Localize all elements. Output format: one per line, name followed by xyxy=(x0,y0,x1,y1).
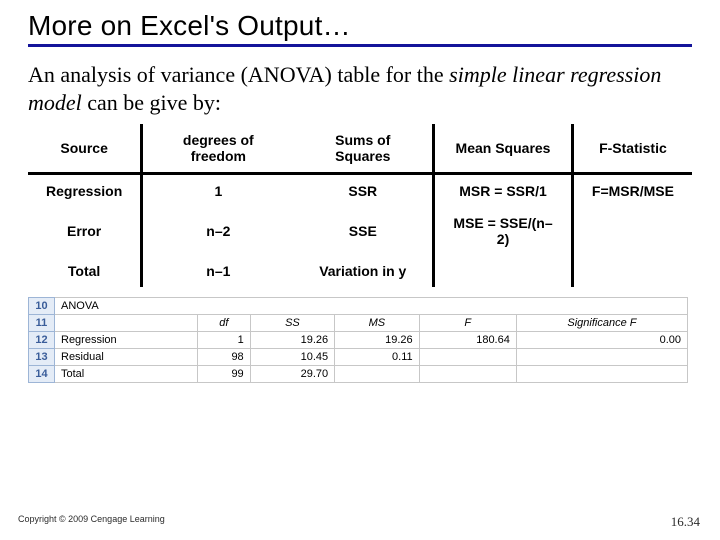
cell-source: Total xyxy=(28,255,142,287)
col-ss: Sums of Squares xyxy=(293,124,433,174)
cell-ss: 10.45 xyxy=(250,349,334,366)
col-sigf: Significance F xyxy=(516,315,687,332)
cell-ms: 19.26 xyxy=(335,332,419,349)
cell-f xyxy=(419,349,516,366)
table-row: 11 df SS MS F Significance F xyxy=(29,315,688,332)
cell-df: 99 xyxy=(198,366,251,383)
desc-suffix: can be give by: xyxy=(82,90,221,115)
cell-source: Regression xyxy=(28,174,142,208)
cell-sigf: 0.00 xyxy=(516,332,687,349)
blank-cell xyxy=(55,315,198,332)
row-number: 13 xyxy=(29,349,55,366)
cell-f xyxy=(419,366,516,383)
slide-title: More on Excel's Output… xyxy=(28,10,692,47)
cell-ms xyxy=(335,366,419,383)
row-number: 12 xyxy=(29,332,55,349)
page-number: 16.34 xyxy=(671,514,700,530)
table-row: Regression 1 SSR MSR = SSR/1 F=MSR/MSE xyxy=(28,174,692,208)
col-ms: MS xyxy=(335,315,419,332)
row-number: 14 xyxy=(29,366,55,383)
slide: More on Excel's Output… An analysis of v… xyxy=(0,0,720,540)
excel-anova-label: ANOVA xyxy=(55,298,688,315)
row-number: 10 xyxy=(29,298,55,315)
col-ss: SS xyxy=(250,315,334,332)
cell-label: Total xyxy=(55,366,198,383)
table-row: 12 Regression 1 19.26 19.26 180.64 0.00 xyxy=(29,332,688,349)
col-ms: Mean Squares xyxy=(434,124,573,174)
cell-f xyxy=(572,255,692,287)
table-row: 13 Residual 98 10.45 0.11 xyxy=(29,349,688,366)
col-df: degrees of freedom xyxy=(142,124,294,174)
cell-ss: 19.26 xyxy=(250,332,334,349)
cell-sigf xyxy=(516,349,687,366)
cell-ss: SSR xyxy=(293,174,433,208)
cell-ms: 0.11 xyxy=(335,349,419,366)
cell-label: Regression xyxy=(55,332,198,349)
table-row: 10 ANOVA xyxy=(29,298,688,315)
col-f: F xyxy=(419,315,516,332)
col-f: F-Statistic xyxy=(572,124,692,174)
cell-df: 1 xyxy=(198,332,251,349)
cell-f xyxy=(572,207,692,255)
cell-df: 98 xyxy=(198,349,251,366)
table-row: Error n–2 SSE MSE = SSE/(n–2) xyxy=(28,207,692,255)
cell-df: 1 xyxy=(142,174,294,208)
cell-df: n–2 xyxy=(142,207,294,255)
row-number: 11 xyxy=(29,315,55,332)
cell-ss: SSE xyxy=(293,207,433,255)
excel-screenshot: 10 ANOVA 11 df SS MS F Significance F 12… xyxy=(28,297,692,383)
desc-prefix: An analysis of variance (ANOVA) table fo… xyxy=(28,62,449,87)
table-row: Total n–1 Variation in y xyxy=(28,255,692,287)
cell-ms xyxy=(434,255,573,287)
cell-df: n–1 xyxy=(142,255,294,287)
cell-f: F=MSR/MSE xyxy=(572,174,692,208)
cell-label: Residual xyxy=(55,349,198,366)
cell-ms: MSE = SSE/(n–2) xyxy=(434,207,573,255)
cell-ss: 29.70 xyxy=(250,366,334,383)
footer: Copyright © 2009 Cengage Learning 16.34 xyxy=(18,514,700,530)
cell-source: Error xyxy=(28,207,142,255)
cell-sigf xyxy=(516,366,687,383)
anova-symbolic-table: Source degrees of freedom Sums of Square… xyxy=(28,124,692,287)
copyright-text: Copyright © 2009 Cengage Learning xyxy=(18,514,165,530)
col-df: df xyxy=(198,315,251,332)
cell-ss: Variation in y xyxy=(293,255,433,287)
col-source: Source xyxy=(28,124,142,174)
description: An analysis of variance (ANOVA) table fo… xyxy=(28,61,692,116)
cell-ms: MSR = SSR/1 xyxy=(434,174,573,208)
cell-f: 180.64 xyxy=(419,332,516,349)
excel-anova-table: 10 ANOVA 11 df SS MS F Significance F 12… xyxy=(28,297,688,383)
table-row: 14 Total 99 29.70 xyxy=(29,366,688,383)
